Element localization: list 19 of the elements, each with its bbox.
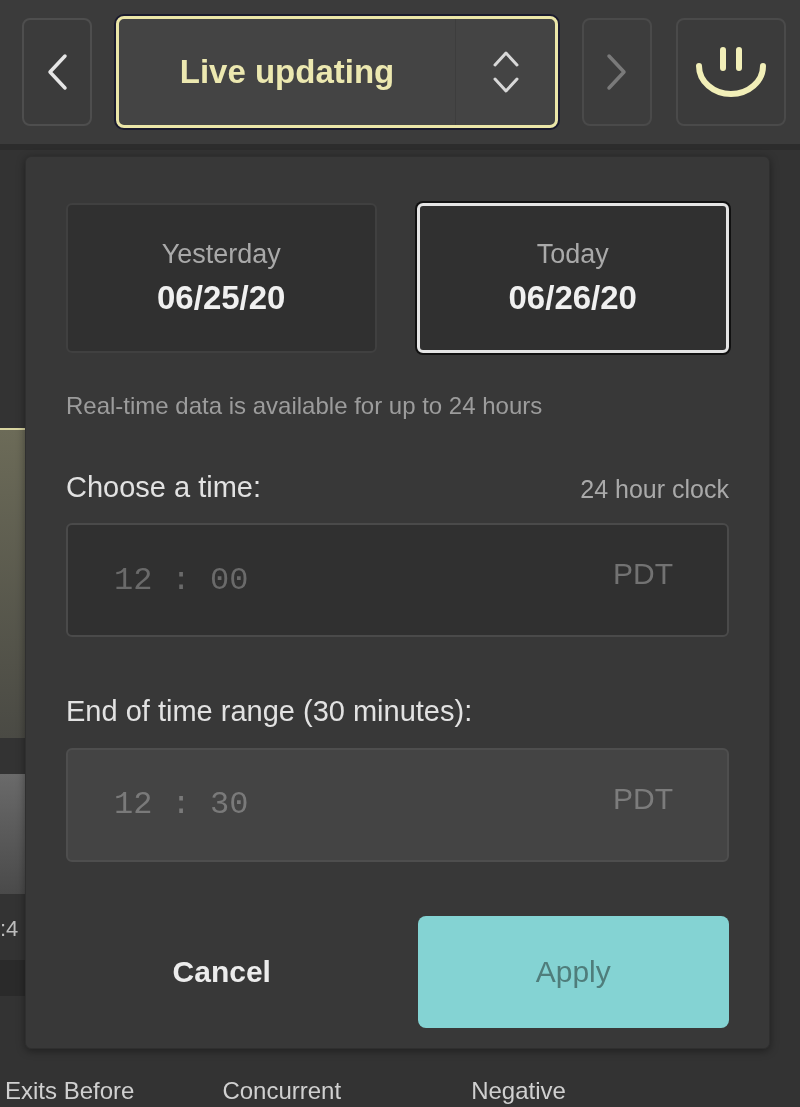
cancel-button[interactable]: Cancel [66,915,378,1028]
mode-select[interactable]: Live updating [116,16,558,128]
timezone-label: PDT [613,783,673,814]
axis-label: :4 [0,918,20,940]
chevron-left-icon [46,53,68,91]
availability-note: Real-time data is available for up to 24 hours [66,391,544,421]
previous-button[interactable] [22,18,92,126]
day-option[interactable]: Today 06/26/20 [416,203,729,353]
field-hint: 24 hour clock [580,474,729,505]
smiley-icon [695,46,767,98]
chevron-right-icon [606,53,628,91]
column-heading: Exits Before [5,1079,135,1103]
feedback-button[interactable] [676,18,786,126]
field-label: Choose a time: [66,470,262,505]
day-option[interactable]: Yesterday 06/25/20 [66,203,377,353]
column-heading: Negative [471,1079,566,1103]
timezone-label: PDT [613,559,673,590]
column-heading: Concurrent [222,1079,342,1103]
field-label: End of time range (30 minutes): [66,694,473,730]
